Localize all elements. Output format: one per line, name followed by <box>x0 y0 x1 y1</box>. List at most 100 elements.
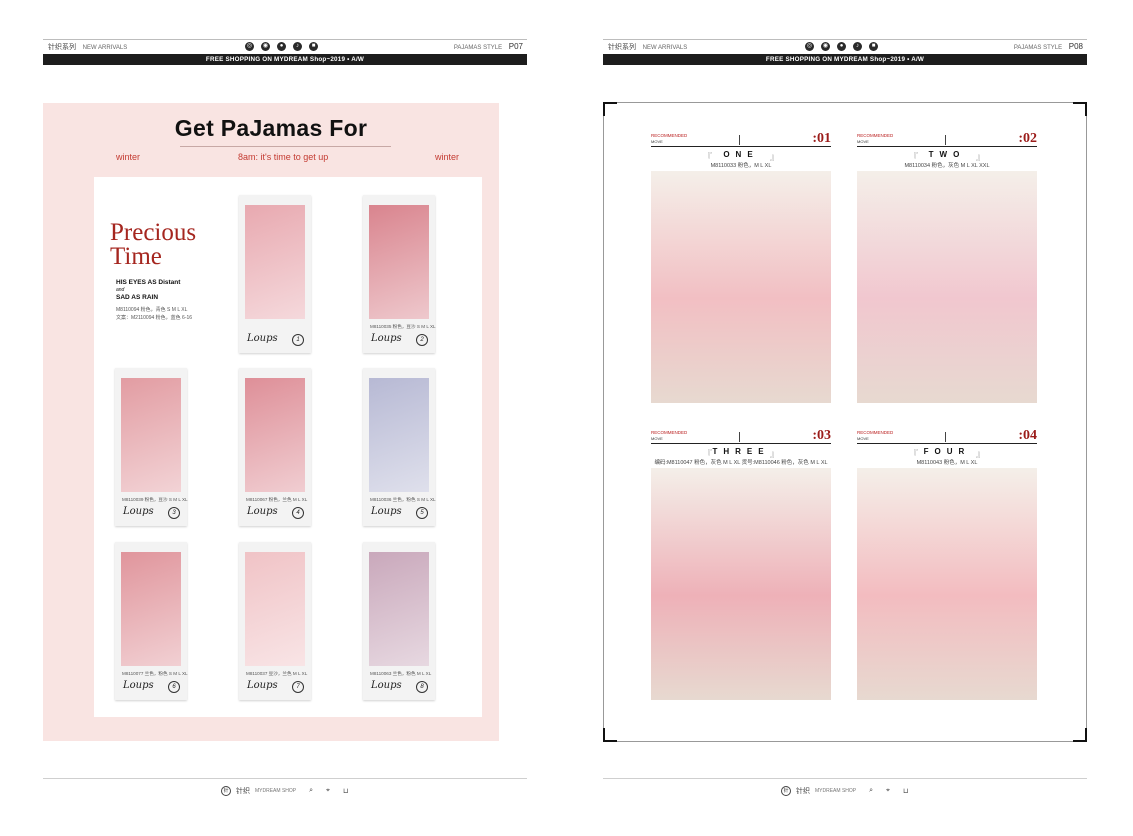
footer-site: MYDREAM SHOP <box>255 788 297 794</box>
quote-line-1: HIS EYES AS Distant <box>116 279 181 286</box>
tagline-text: NEW ARRIVALS <box>642 45 688 51</box>
brand-text: 针织系列 <box>608 44 636 51</box>
wechat-icon[interactable]: ◉ <box>821 42 830 51</box>
quote-line-2: SAD AS RAIN <box>116 294 159 301</box>
corner-mark <box>603 728 617 742</box>
promo-banner: FREE SHOPPING ON MYDREAM Shop~2019 • A/W <box>603 54 1087 65</box>
code-line-2: 文案：M2110094 粉色，蓝色 6-16 <box>116 315 193 321</box>
weibo-icon[interactable]: ◎ <box>245 42 254 51</box>
header-rule <box>603 39 1087 40</box>
recommended-label: RECOMMENDED MOVE <box>651 430 687 442</box>
product-photo <box>857 468 1037 700</box>
tag-rule <box>857 443 1037 444</box>
card-caption: M8110063 兰色，粉色 M L XL <box>370 671 432 676</box>
wechat-icon[interactable]: ◉ <box>261 42 270 51</box>
card-number: 2 <box>416 334 428 346</box>
card-signature: Loups <box>123 680 154 691</box>
shop-icon[interactable]: ■ <box>869 42 878 51</box>
douyin-icon[interactable]: ♪ <box>853 42 862 51</box>
qq-icon[interactable]: ● <box>837 42 846 51</box>
footer: 针 针织 MYDREAM SHOP ⌕ ⌖ ⊔ <box>221 786 348 796</box>
shop-icon[interactable]: ■ <box>309 42 318 51</box>
rec-sub: MOVE <box>857 139 869 144</box>
right-page: 针织系列 NEW ARRIVALS ◎ ◉ ● ♪ ■ PAJAMAS STYL… <box>603 0 1087 836</box>
photo-card[interactable]: M8110063 兰色，粉色 M L XL Loups 8 <box>363 542 435 700</box>
frame-line <box>617 102 1073 103</box>
subtitle-left: winter <box>116 152 141 162</box>
precious-line-1: Precious <box>110 219 197 246</box>
card-number: 7 <box>292 681 304 693</box>
social-icons: ◎ ◉ ● ♪ ■ <box>245 42 318 51</box>
photo-card[interactable]: M8110036 兰色，粉色 S M L XL Loups 5 <box>363 368 436 526</box>
location-icon[interactable]: ⌖ <box>326 787 330 795</box>
page-title: Get PaJamas For <box>174 115 368 141</box>
photo-card[interactable]: Loups 1 <box>239 195 311 353</box>
photo-card[interactable]: M8110067 粉色，兰色 M L XL Loups 4 <box>239 368 311 526</box>
card-caption: M8110067 粉色，兰色 M L XL <box>246 497 308 502</box>
rec-sub: MOVE <box>651 139 663 144</box>
frame-line <box>603 116 604 728</box>
corner-mark <box>1073 728 1087 742</box>
rec-sub: MOVE <box>857 436 869 441</box>
location-icon[interactable]: ⌖ <box>886 787 890 795</box>
rec-text: RECOMMENDED <box>651 133 688 138</box>
product-name: TWO <box>928 150 966 159</box>
rec-sub: MOVE <box>651 436 663 441</box>
card-signature: Loups <box>371 506 402 517</box>
card-caption: M8110036 兰色，粉色 S M L XL <box>370 497 436 502</box>
footer-brand: 针织 <box>236 788 250 795</box>
product-tag: :02 <box>1018 131 1037 146</box>
card-number: 4 <box>292 507 304 519</box>
search-icon[interactable]: ⌕ <box>309 787 313 795</box>
header-right: PAJAMAS STYLE P07 <box>454 42 523 51</box>
product-photo <box>651 468 831 700</box>
douyin-icon[interactable]: ♪ <box>293 42 302 51</box>
card-number: 1 <box>292 334 304 346</box>
product-photo <box>369 552 429 666</box>
cart-icon[interactable]: ⊔ <box>343 787 348 795</box>
promo-banner: FREE SHOPPING ON MYDREAM Shop~2019 • A/W <box>43 54 527 65</box>
product-photo <box>369 205 429 319</box>
frame-line <box>617 741 1073 742</box>
divider <box>739 432 740 442</box>
cart-icon[interactable]: ⊔ <box>903 787 908 795</box>
qq-icon[interactable]: ● <box>277 42 286 51</box>
subtitle-center: 8am: it's time to get up <box>238 152 329 162</box>
card-signature: Loups <box>371 333 402 344</box>
product-photo <box>121 378 181 492</box>
divider <box>945 432 946 442</box>
recommended-label: RECOMMENDED MOVE <box>651 133 687 145</box>
product-tag: :04 <box>1018 428 1037 443</box>
footer-site: MYDREAM SHOP <box>815 788 857 794</box>
product-code: M8110034 粉色，灰色 M L XL XXL <box>904 163 990 169</box>
product-name: ONE <box>723 150 759 159</box>
corner-mark <box>603 102 617 116</box>
card-caption: M8110037 豆沙，兰色 M L XL <box>246 671 308 676</box>
product-code: 编码:M8110047 粉色，灰色 M L XL 货号:M8110046 粉色，… <box>654 460 828 466</box>
photo-card[interactable]: M8110037 豆沙，兰色 M L XL Loups 7 <box>239 542 311 700</box>
recommended-label: RECOMMENDED MOVE <box>857 430 893 442</box>
product-photo <box>245 378 305 492</box>
header-brand: 针织系列 NEW ARRIVALS <box>48 42 127 52</box>
product-code: M8110033 粉色，M L XL <box>710 163 772 169</box>
card-number: 8 <box>416 681 428 693</box>
search-icon[interactable]: ⌕ <box>869 787 873 795</box>
rec-text: RECOMMENDED <box>651 430 688 435</box>
card-signature: Loups <box>247 680 278 691</box>
card-number: 3 <box>168 507 180 519</box>
card-caption: M8110039 粉色，豆沙 S M L XL <box>122 497 188 502</box>
product-code: M8110043 粉色，M L XL <box>916 460 978 466</box>
photo-card[interactable]: M8110035 粉色，豆沙 S M L XL Loups 2 <box>363 195 436 353</box>
header-right-label: PAJAMAS STYLE <box>453 45 503 51</box>
product-photo <box>369 378 429 492</box>
left-page: 针织系列 NEW ARRIVALS ◎ ◉ ● ♪ ■ PAJAMAS STYL… <box>43 0 527 836</box>
photo-card[interactable]: M8110039 粉色，豆沙 S M L XL Loups 3 <box>115 368 188 526</box>
photo-card[interactable]: M8110077 兰色，粉色 S M L XL Loups 6 <box>115 542 188 700</box>
weibo-icon[interactable]: ◎ <box>805 42 814 51</box>
header-right-label: PAJAMAS STYLE <box>1013 45 1063 51</box>
product-tag: :01 <box>812 131 831 146</box>
title-rule <box>180 146 391 147</box>
product-photo <box>857 171 1037 403</box>
subtitle-right: winter <box>435 152 460 162</box>
card-signature: Loups <box>371 680 402 691</box>
